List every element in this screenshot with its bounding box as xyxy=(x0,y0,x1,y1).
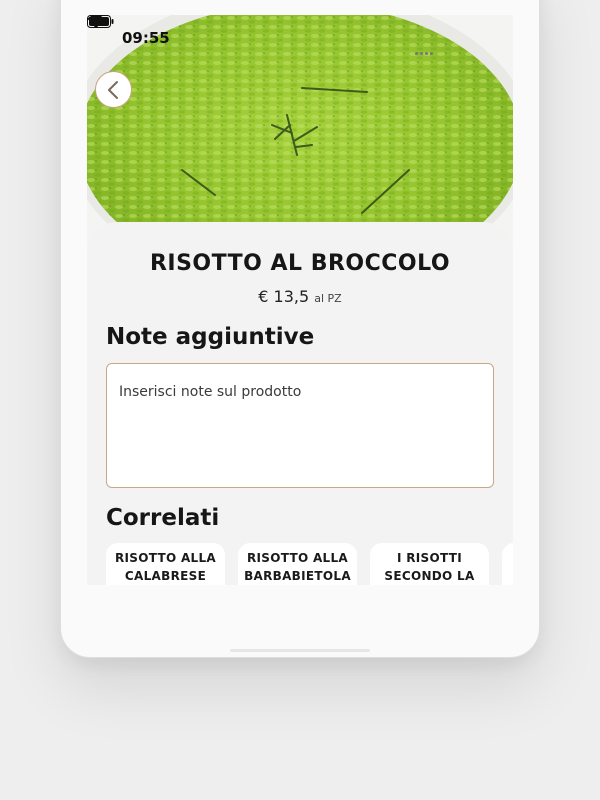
product-title: RISOTTO AL BROCCOLO xyxy=(149,251,451,276)
home-indicator xyxy=(230,649,370,652)
notes-section-title: Note aggiuntive xyxy=(106,324,315,350)
related-item[interactable]: I RISOTTI SECONDO LA xyxy=(370,543,489,585)
related-item-label: RISOTTO ALLA BARBABIETOLA xyxy=(244,551,351,583)
related-item[interactable]: RISOTTO ALLA CALABRESE xyxy=(106,543,225,585)
status-bar: 09:55 xyxy=(87,15,513,63)
app-screen: 09:55 RISOTTO AL BROCCOLO € 13,5 al PZ N… xyxy=(87,15,513,585)
related-item[interactable]: RISOTTO ALLA BARBABIETOLA xyxy=(238,543,357,585)
related-section-title: Correlati xyxy=(106,505,220,531)
price-row: € 13,5 al PZ xyxy=(87,287,513,306)
status-time: 09:55 xyxy=(122,29,170,47)
product-price: € 13,5 xyxy=(258,287,310,306)
related-item-label: I RISOTTI SECONDO LA xyxy=(384,551,475,583)
notes-textarea[interactable] xyxy=(106,363,494,488)
product-image: 09:55 xyxy=(87,15,513,255)
back-button[interactable] xyxy=(95,71,132,108)
battery-icon xyxy=(87,15,114,28)
price-unit: al PZ xyxy=(314,292,342,305)
chevron-left-icon xyxy=(108,81,118,99)
related-item-partial[interactable] xyxy=(502,543,513,585)
related-item-label: RISOTTO ALLA CALABRESE xyxy=(114,551,217,583)
signal-dots-icon xyxy=(415,40,435,59)
